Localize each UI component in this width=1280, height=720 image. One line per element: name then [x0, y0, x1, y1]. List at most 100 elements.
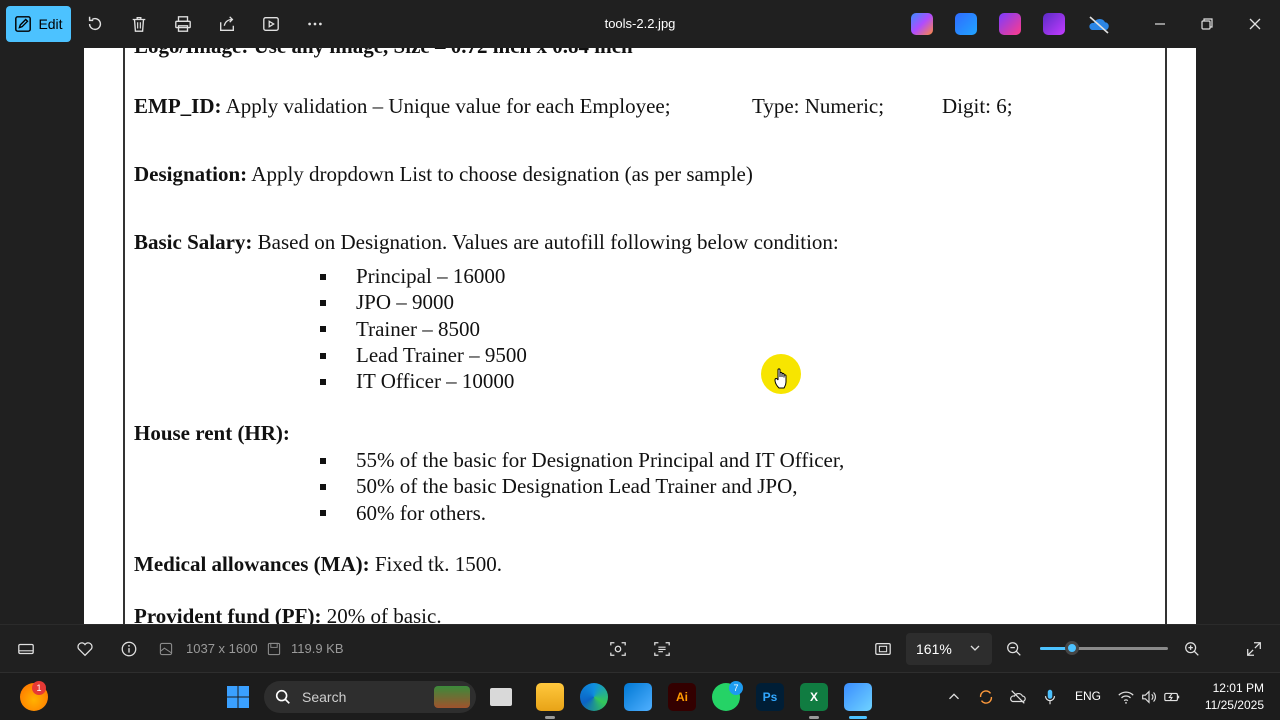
file-size-icon	[266, 637, 282, 661]
bullet	[320, 353, 326, 359]
page-border	[123, 48, 1167, 624]
notification-badge: 1	[32, 681, 46, 695]
search-placeholder: Search	[302, 689, 347, 705]
bullet	[320, 300, 326, 306]
emp-id-line: EMP_ID: Apply validation – Unique value …	[134, 94, 671, 119]
photos-app-icon[interactable]	[844, 683, 872, 711]
zoom-slider-thumb[interactable]	[1065, 641, 1079, 655]
bullet	[320, 326, 326, 332]
whatsapp-badge: 7	[729, 681, 743, 695]
provident-line: Provident fund (PF): 20% of basic.	[134, 604, 442, 624]
designation-line: Designation: Apply dropdown List to choo…	[134, 162, 753, 187]
print-icon[interactable]	[171, 12, 195, 36]
title-bar: Edit tools-2.2.jpg	[0, 0, 1280, 48]
copilot-icon[interactable]	[911, 13, 933, 35]
salary-item: Trainer – 8500	[356, 317, 481, 341]
bullet	[320, 274, 326, 280]
volume-icon[interactable]	[1137, 685, 1161, 709]
restore-icon[interactable]	[1195, 12, 1219, 36]
designer-icon[interactable]	[955, 13, 977, 35]
text-recognition-icon[interactable]	[650, 637, 674, 661]
edit-button[interactable]: Edit	[6, 6, 71, 42]
photoshop-icon[interactable]: Ps	[756, 683, 784, 711]
wifi-icon[interactable]	[1114, 685, 1138, 709]
edge-browser-icon[interactable]	[580, 683, 608, 711]
clipchamp-icon[interactable]	[999, 13, 1021, 35]
zoom-value: 161%	[916, 641, 952, 657]
salary-item: Principal – 16000	[356, 264, 506, 288]
salary-item: Lead Trainer – 9500	[356, 343, 527, 367]
excel-icon[interactable]: X	[800, 683, 828, 711]
emp-id-digit: Digit: 6;	[942, 94, 1013, 118]
task-view-icon[interactable]	[490, 688, 512, 706]
edit-icon	[15, 16, 32, 32]
taskbar: 1 Search Ai 7 Ps X ENG 12:01 PM 11/25/20…	[0, 672, 1280, 720]
full-screen-icon[interactable]	[1242, 637, 1266, 661]
medical-label: Medical allowances (MA):	[134, 552, 370, 576]
house-rent-item: 55% of the basic for Designation Princip…	[356, 448, 845, 472]
chevron-down-icon	[970, 645, 980, 651]
zoom-out-icon[interactable]	[1002, 637, 1026, 661]
file-title: tools-2.2.jpg	[604, 16, 676, 31]
slideshow-icon[interactable]	[259, 12, 283, 36]
image-dimensions: 1037 x 1600	[186, 641, 258, 656]
file-size: 119.9 KB	[291, 641, 344, 656]
running-indicator	[545, 716, 555, 719]
fit-to-window-icon[interactable]	[871, 637, 895, 661]
start-windows-icon[interactable]	[224, 683, 252, 711]
designation-label: Designation:	[134, 162, 248, 186]
delete-icon[interactable]	[127, 12, 151, 36]
provident-text: 20% of basic.	[326, 604, 442, 624]
language-indicator[interactable]: ENG	[1075, 689, 1101, 703]
share-icon[interactable]	[215, 12, 239, 36]
visual-search-icon[interactable]	[606, 637, 630, 661]
bullet	[320, 458, 326, 464]
clock-time[interactable]: 12:01 PM	[1204, 681, 1264, 695]
clipchamp-video-icon[interactable]	[1043, 13, 1065, 35]
more-icon[interactable]	[303, 12, 327, 36]
microphone-icon[interactable]	[1038, 685, 1062, 709]
info-icon[interactable]	[117, 637, 141, 661]
onedrive-off-icon[interactable]	[1006, 685, 1030, 709]
zoom-in-icon[interactable]	[1180, 637, 1204, 661]
house-rent-item: 60% for others.	[356, 501, 487, 525]
close-icon[interactable]	[1243, 12, 1267, 36]
taskbar-search[interactable]: Search	[264, 681, 476, 713]
provident-label: Provident fund (PF):	[134, 604, 322, 624]
salary-item: JPO – 9000	[356, 290, 455, 314]
file-explorer-icon[interactable]	[536, 683, 564, 711]
emp-id-type: Type: Numeric;	[752, 94, 885, 118]
hand-cursor-icon	[774, 368, 787, 389]
clock-date[interactable]: 11/25/2025	[1194, 698, 1264, 712]
zoom-dropdown[interactable]: 161%	[906, 633, 992, 665]
search-highlight-icon	[434, 686, 470, 708]
chevron-up-icon[interactable]	[942, 685, 966, 709]
medical-line: Medical allowances (MA): Fixed tk. 1500.	[134, 552, 502, 577]
house-rent-item: 50% of the basic Designation Lead Traine…	[356, 474, 798, 498]
bullet	[320, 484, 326, 490]
basic-salary-label: Basic Salary:	[134, 230, 253, 254]
rotate-icon[interactable]	[83, 12, 107, 36]
image-dimensions-icon	[158, 637, 174, 661]
battery-icon[interactable]	[1160, 685, 1184, 709]
illustrator-icon[interactable]: Ai	[668, 683, 696, 711]
favorite-heart-icon[interactable]	[73, 637, 97, 661]
edit-button-label: Edit	[38, 16, 63, 32]
filmstrip-icon[interactable]	[14, 637, 38, 661]
emp-id-text: Apply validation – Unique value for each…	[225, 94, 671, 118]
image-viewer[interactable]: Logo/Image: Use any image, Size – 0.72 i…	[0, 48, 1280, 624]
partial-top-line: Logo/Image: Use any image, Size – 0.72 i…	[134, 48, 633, 59]
bullet	[320, 379, 326, 385]
house-rent-label: House rent (HR):	[134, 421, 290, 445]
designation-text: Apply dropdown List to choose designatio…	[251, 162, 753, 186]
onedrive-icon[interactable]	[1087, 13, 1109, 35]
basic-salary-text: Based on Designation. Values are autofil…	[257, 230, 839, 254]
medical-text: Fixed tk. 1500.	[374, 552, 503, 576]
salary-item: IT Officer – 10000	[356, 369, 515, 393]
microsoft-store-icon[interactable]	[624, 683, 652, 711]
house-rent-line: House rent (HR):	[134, 421, 290, 446]
basic-salary-line: Basic Salary: Based on Designation. Valu…	[134, 230, 839, 255]
sync-icon[interactable]	[974, 685, 998, 709]
minimize-icon[interactable]	[1148, 12, 1172, 36]
running-indicator	[809, 716, 819, 719]
